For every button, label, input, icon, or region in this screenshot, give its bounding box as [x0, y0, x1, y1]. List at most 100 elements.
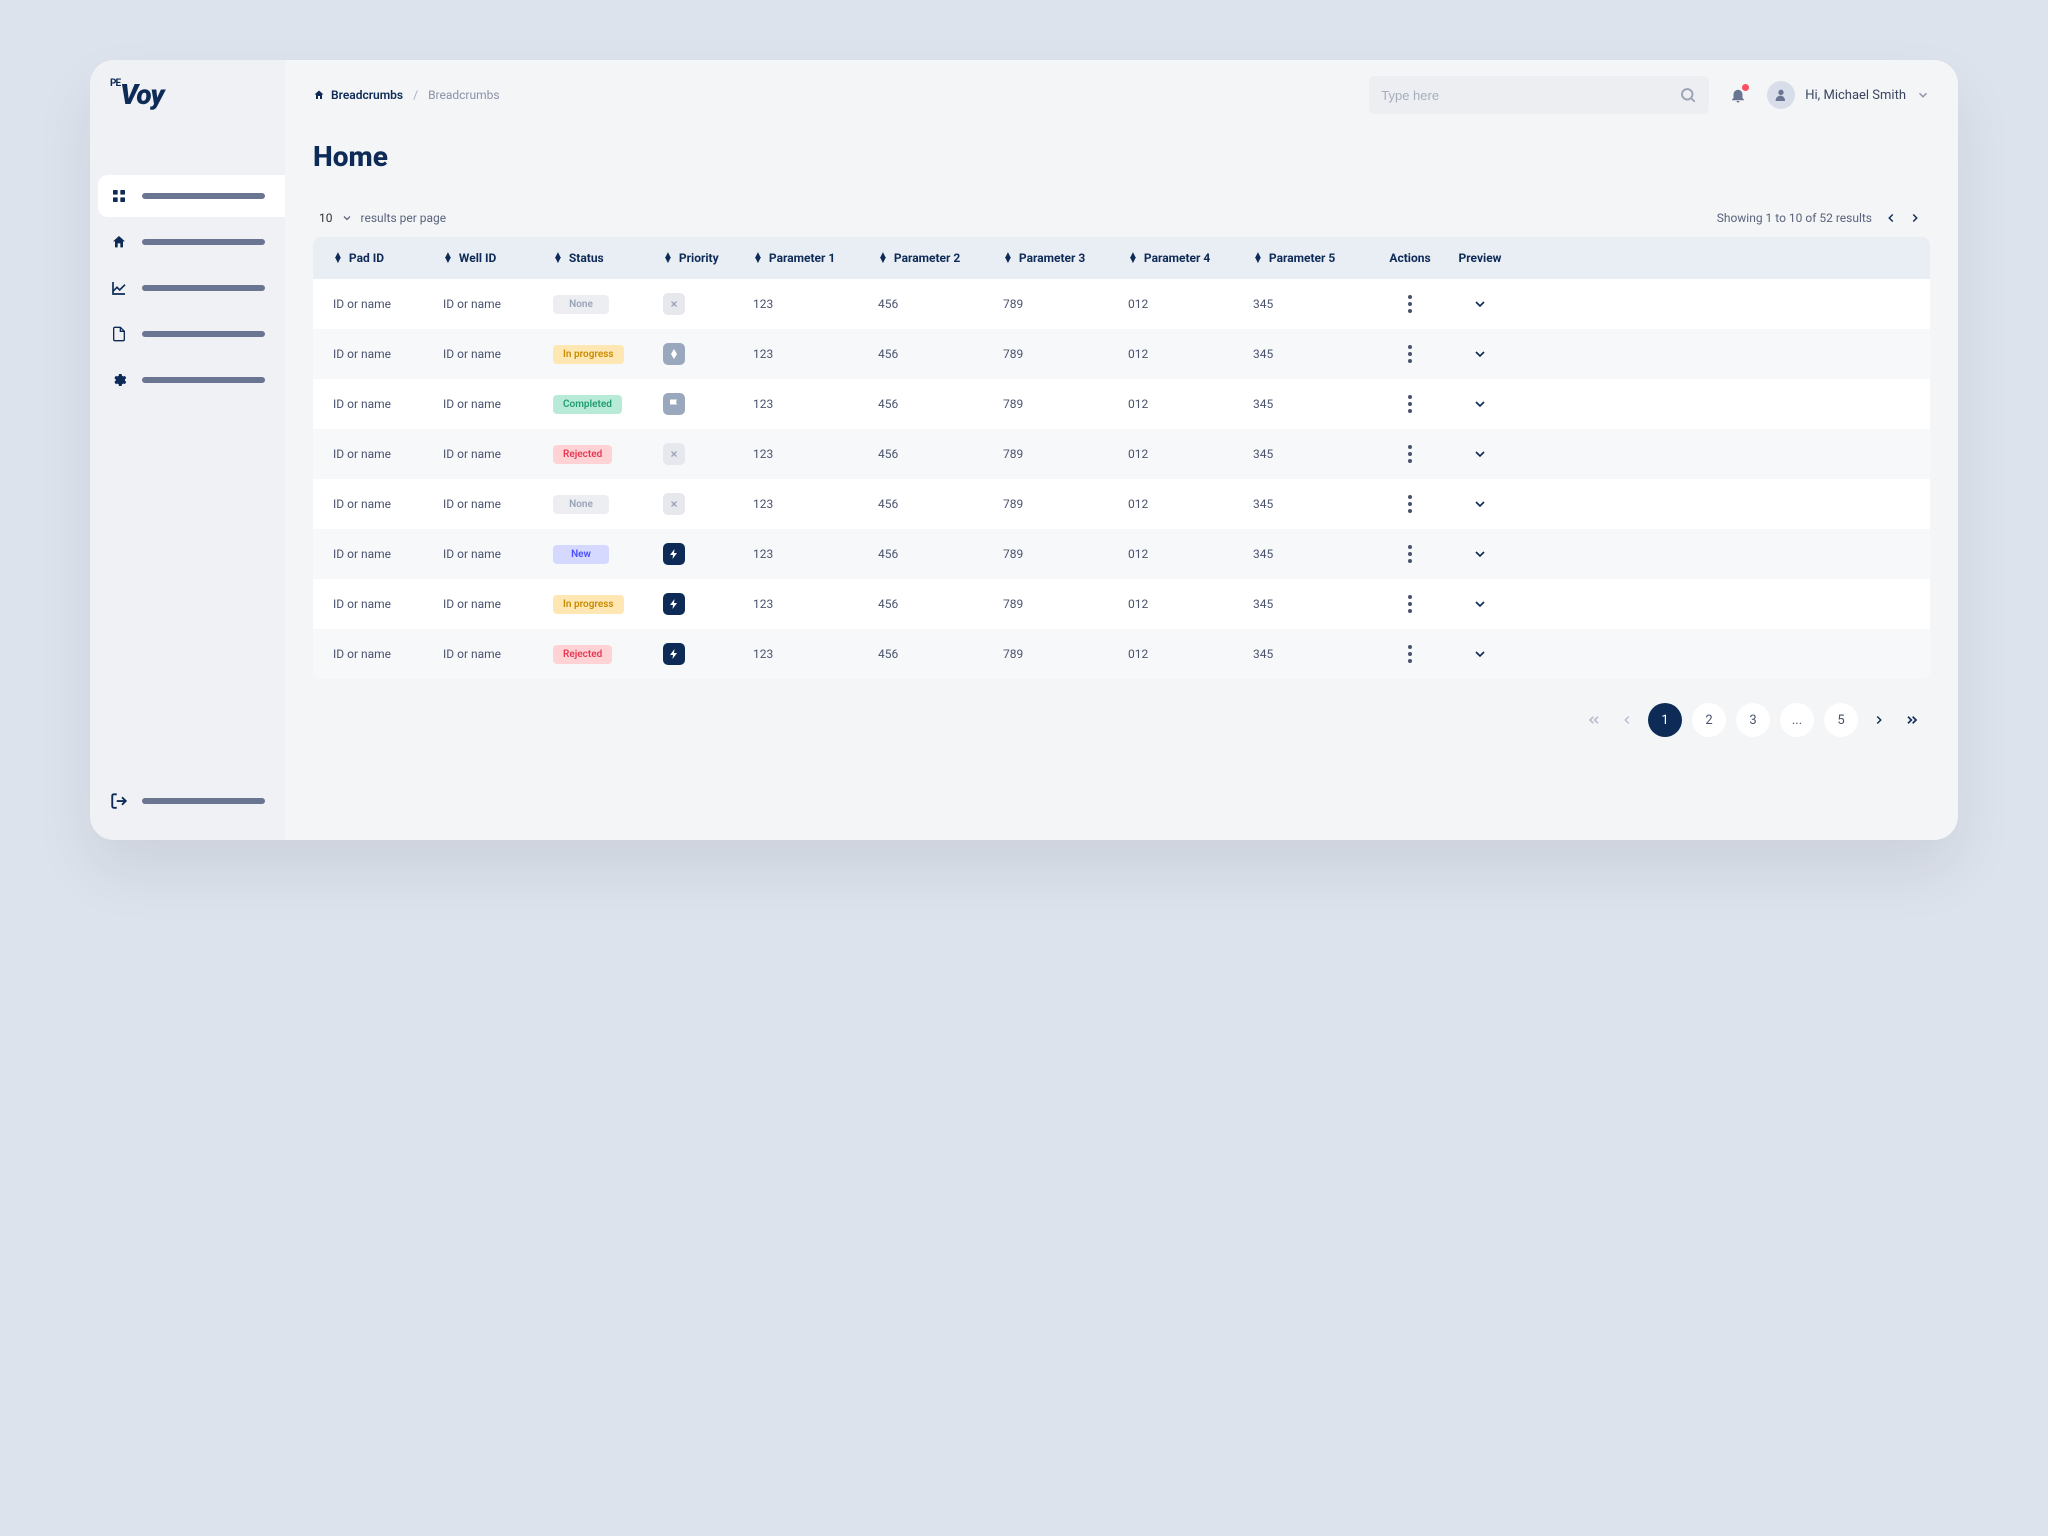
cell-parameter-3: 789 — [995, 583, 1120, 625]
kebab-menu-icon[interactable] — [1408, 595, 1412, 613]
pagination-page-5[interactable]: 5 — [1824, 703, 1858, 737]
cell-parameter-4: 012 — [1120, 283, 1245, 325]
cell-preview — [1445, 282, 1515, 326]
chevron-down-icon — [341, 212, 353, 224]
kebab-menu-icon[interactable] — [1408, 545, 1412, 563]
sidebar-item-0[interactable] — [98, 175, 285, 217]
notifications-button[interactable] — [1725, 82, 1751, 108]
column-header-status[interactable]: ▲▼Status — [545, 237, 655, 279]
column-header-parameter-1[interactable]: ▲▼Parameter 1 — [745, 237, 870, 279]
cell-parameter-3: 789 — [995, 383, 1120, 425]
pagination-last[interactable] — [1900, 708, 1924, 732]
document-icon — [110, 325, 128, 343]
pagination-prev[interactable] — [1616, 709, 1638, 731]
expand-row-icon[interactable] — [1472, 546, 1488, 562]
search-icon[interactable] — [1679, 86, 1697, 104]
cell-parameter-5: 345 — [1245, 633, 1375, 675]
kebab-menu-icon[interactable] — [1408, 445, 1412, 463]
pagination-page-2[interactable]: 2 — [1692, 703, 1726, 737]
table-header: ▲▼Pad ID▲▼Well ID▲▼Status▲▼Priority▲▼Par… — [313, 237, 1930, 279]
sidebar-item-3[interactable] — [90, 313, 285, 355]
search-input[interactable] — [1381, 88, 1679, 103]
user-menu[interactable]: Hi, Michael Smith — [1767, 81, 1930, 109]
cell-parameter-5: 345 — [1245, 283, 1375, 325]
mini-pager-prev[interactable] — [1882, 209, 1900, 227]
cell-pad-id: ID or name — [325, 483, 435, 525]
app-window: PEVoy Breadcrumbs / Breadcrumbs — [90, 60, 1958, 840]
expand-row-icon[interactable] — [1472, 296, 1488, 312]
cell-parameter-4: 012 — [1120, 533, 1245, 575]
table-row: ID or nameID or nameIn progress123456789… — [313, 329, 1930, 379]
cell-status: Completed — [545, 381, 655, 428]
pagination-page-1[interactable]: 1 — [1648, 703, 1682, 737]
table-row: ID or nameID or nameNone123456789012345 — [313, 279, 1930, 329]
cell-priority — [655, 279, 745, 329]
kebab-menu-icon[interactable] — [1408, 395, 1412, 413]
cell-actions — [1375, 281, 1445, 327]
pagination-first[interactable] — [1582, 708, 1606, 732]
kebab-menu-icon[interactable] — [1408, 345, 1412, 363]
cell-status: None — [545, 281, 655, 328]
column-label: Preview — [1459, 251, 1502, 265]
nav-label-placeholder — [142, 377, 265, 383]
sort-icon: ▲▼ — [553, 253, 563, 263]
column-header-priority[interactable]: ▲▼Priority — [655, 237, 745, 279]
cell-parameter-3: 789 — [995, 433, 1120, 475]
cell-actions — [1375, 531, 1445, 577]
cell-actions — [1375, 431, 1445, 477]
cell-parameter-5: 345 — [1245, 583, 1375, 625]
results-per-page-selector[interactable]: 10 results per page — [319, 211, 446, 225]
expand-row-icon[interactable] — [1472, 346, 1488, 362]
cell-status: Rejected — [545, 431, 655, 478]
sidebar-item-1[interactable] — [90, 221, 285, 263]
expand-row-icon[interactable] — [1472, 396, 1488, 412]
breadcrumb-item-0: Breadcrumbs — [331, 88, 403, 102]
cell-well-id: ID or name — [435, 333, 545, 375]
kebab-menu-icon[interactable] — [1408, 495, 1412, 513]
search-box[interactable] — [1369, 76, 1709, 114]
column-header-pad-id[interactable]: ▲▼Pad ID — [325, 237, 435, 279]
column-label: Priority — [679, 251, 719, 265]
cell-parameter-5: 345 — [1245, 383, 1375, 425]
nav-label-placeholder — [142, 798, 265, 804]
sidebar-item-4[interactable] — [90, 359, 285, 401]
sidebar-item-2[interactable] — [90, 267, 285, 309]
expand-row-icon[interactable] — [1472, 596, 1488, 612]
expand-row-icon[interactable] — [1472, 646, 1488, 662]
pagination-page-3[interactable]: 3 — [1736, 703, 1770, 737]
sidebar-logout[interactable] — [90, 780, 285, 822]
expand-row-icon[interactable] — [1472, 446, 1488, 462]
column-header-parameter-2[interactable]: ▲▼Parameter 2 — [870, 237, 995, 279]
cell-well-id: ID or name — [435, 483, 545, 525]
expand-row-icon[interactable] — [1472, 496, 1488, 512]
results-info: Showing 1 to 10 of 52 results — [1717, 211, 1872, 225]
priority-diamond-icon — [663, 343, 685, 365]
column-label: Parameter 5 — [1269, 251, 1335, 265]
cell-parameter-3: 789 — [995, 633, 1120, 675]
notification-dot — [1742, 84, 1749, 91]
cell-parameter-5: 345 — [1245, 533, 1375, 575]
kebab-menu-icon[interactable] — [1408, 645, 1412, 663]
cell-parameter-2: 456 — [870, 333, 995, 375]
column-header-parameter-3[interactable]: ▲▼Parameter 3 — [995, 237, 1120, 279]
priority-flag-icon — [663, 393, 685, 415]
table-row: ID or nameID or nameRejected123456789012… — [313, 629, 1930, 679]
cell-parameter-5: 345 — [1245, 333, 1375, 375]
data-table: ▲▼Pad ID▲▼Well ID▲▼Status▲▼Priority▲▼Par… — [313, 237, 1930, 679]
cell-pad-id: ID or name — [325, 533, 435, 575]
breadcrumb-home[interactable]: Breadcrumbs — [313, 88, 403, 102]
mini-pager-next[interactable] — [1906, 209, 1924, 227]
pagination-next[interactable] — [1868, 709, 1890, 731]
column-header-parameter-4[interactable]: ▲▼Parameter 4 — [1120, 237, 1245, 279]
cell-pad-id: ID or name — [325, 433, 435, 475]
cell-parameter-1: 123 — [745, 283, 870, 325]
cell-status: None — [545, 481, 655, 528]
kebab-menu-icon[interactable] — [1408, 295, 1412, 313]
column-header-well-id[interactable]: ▲▼Well ID — [435, 237, 545, 279]
column-header-parameter-5[interactable]: ▲▼Parameter 5 — [1245, 237, 1375, 279]
home-icon — [110, 233, 128, 251]
cell-parameter-4: 012 — [1120, 383, 1245, 425]
cell-actions — [1375, 381, 1445, 427]
cell-parameter-1: 123 — [745, 633, 870, 675]
cell-well-id: ID or name — [435, 383, 545, 425]
